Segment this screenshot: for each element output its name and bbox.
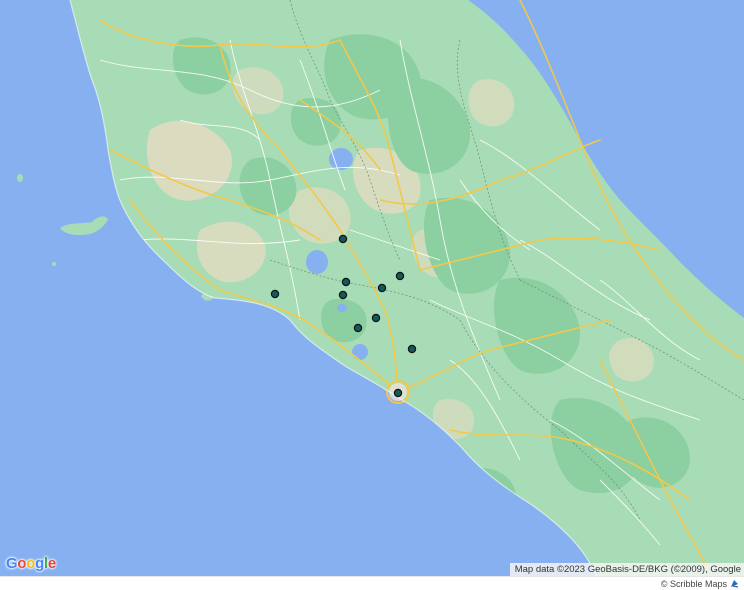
location-marker-10[interactable] [393,388,403,398]
google-logo[interactable]: Google [6,555,56,572]
location-marker-8[interactable] [353,323,363,333]
island-montecristo [52,262,56,266]
map-view[interactable]: Google Map data ©2023 GeoBasis-DE/BKG (©… [0,0,744,576]
location-marker-9[interactable] [407,344,417,354]
footer-bar: © Scribble Maps [0,576,744,590]
location-marker-3[interactable] [338,290,348,300]
lake-trasimeno [329,148,353,170]
google-logo-letter: e [47,555,56,572]
location-marker-4[interactable] [377,283,387,293]
location-marker-1[interactable] [338,234,348,244]
location-marker-6[interactable] [270,289,280,299]
lake-bracciano [352,344,368,360]
location-marker-7[interactable] [371,313,381,323]
location-marker-2[interactable] [341,277,351,287]
lake-bolsena [306,250,328,274]
lake-vico [337,304,347,312]
location-marker-5[interactable] [395,271,405,281]
island-pianosa [17,174,23,182]
map-attribution[interactable]: Map data ©2023 GeoBasis-DE/BKG (©2009), … [509,563,744,576]
credit-text: © Scribble Maps [660,578,727,589]
google-logo-letter: g [35,555,44,572]
google-logo-letter: o [17,555,27,572]
map-canvas[interactable] [0,0,744,576]
google-logo-letter: o [26,555,36,572]
scribble-maps-logo-icon [731,580,739,588]
google-logo-letter: G [6,555,18,572]
scribble-maps-credit[interactable]: © Scribble Maps [661,578,740,589]
